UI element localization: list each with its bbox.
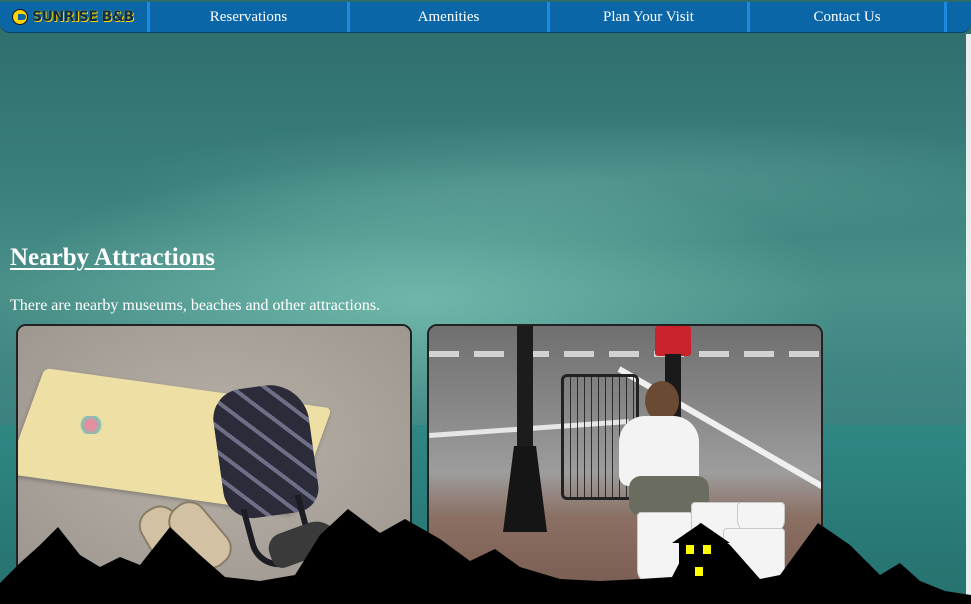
logo-text: SUNRISE B&B bbox=[32, 9, 134, 25]
house-roof bbox=[672, 523, 730, 543]
intro-text: There are nearby museums, beaches and ot… bbox=[10, 297, 381, 314]
mountain-skyline bbox=[0, 509, 971, 604]
nav-item-contact-us[interactable]: Contact Us bbox=[750, 2, 947, 32]
house-window bbox=[703, 545, 711, 554]
towel-pattern bbox=[78, 416, 104, 434]
drummer-head bbox=[645, 381, 679, 421]
house-window bbox=[686, 545, 694, 554]
red-post-box bbox=[655, 326, 691, 356]
crosswalk bbox=[429, 351, 821, 357]
mountain-silhouette bbox=[0, 509, 971, 604]
nav-item-plan-your-visit[interactable]: Plan Your Visit bbox=[550, 2, 750, 32]
nav-item-amenities[interactable]: Amenities bbox=[350, 2, 550, 32]
sun-icon bbox=[12, 9, 28, 25]
nav-item-reservations[interactable]: Reservations bbox=[150, 2, 350, 32]
main-navigation: SUNRISE B&B Reservations Amenities Plan … bbox=[0, 2, 971, 33]
site-logo[interactable]: SUNRISE B&B bbox=[0, 2, 150, 32]
page-title: Nearby Attractions bbox=[10, 244, 215, 271]
house-window bbox=[695, 567, 703, 576]
